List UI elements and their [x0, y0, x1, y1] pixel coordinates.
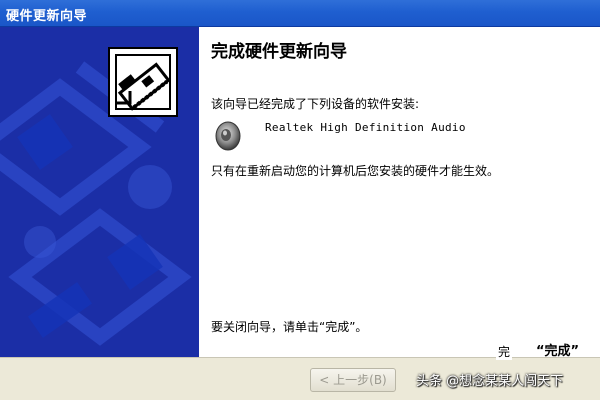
title-bar[interactable]: 硬件更新向导 [0, 0, 600, 27]
button-bar: < 上一步(B) 头条 @想念某某人闯天下 [0, 357, 600, 400]
wizard-side-panel [0, 27, 199, 357]
wizard-heading: 完成硬件更新向导 [211, 42, 347, 62]
hardware-card-icon [108, 47, 178, 117]
completion-message: 该向导已经完成了下列设备的软件安装: [211, 97, 420, 111]
wizard-content: 完成硬件更新向导 该向导已经完成了下列设备的软件安装: Realtek High… [199, 27, 600, 357]
wizard-window: 硬件更新向导 完成硬件更新向导 该向导已经完成了下列设备的软件安装: Realt… [0, 0, 600, 400]
device-entry: Realtek High Definition Audio [211, 118, 591, 154]
window-title: 硬件更新向导 [6, 9, 88, 24]
finish-quote-label: “完成” [536, 344, 580, 359]
close-instruction: 要关闭向导，请单击“完成”。 [211, 320, 368, 334]
back-button[interactable]: < 上一步(B) [310, 368, 396, 392]
device-name: Realtek High Definition Audio [265, 121, 466, 134]
restart-notice: 只有在重新启动您的计算机后您安装的硬件才能生效。 [211, 164, 500, 178]
speaker-icon [215, 121, 241, 151]
watermark-text: 头条 @想念某某人闯天下 [416, 374, 564, 389]
finish-button-partial[interactable]: 完 [496, 343, 513, 360]
